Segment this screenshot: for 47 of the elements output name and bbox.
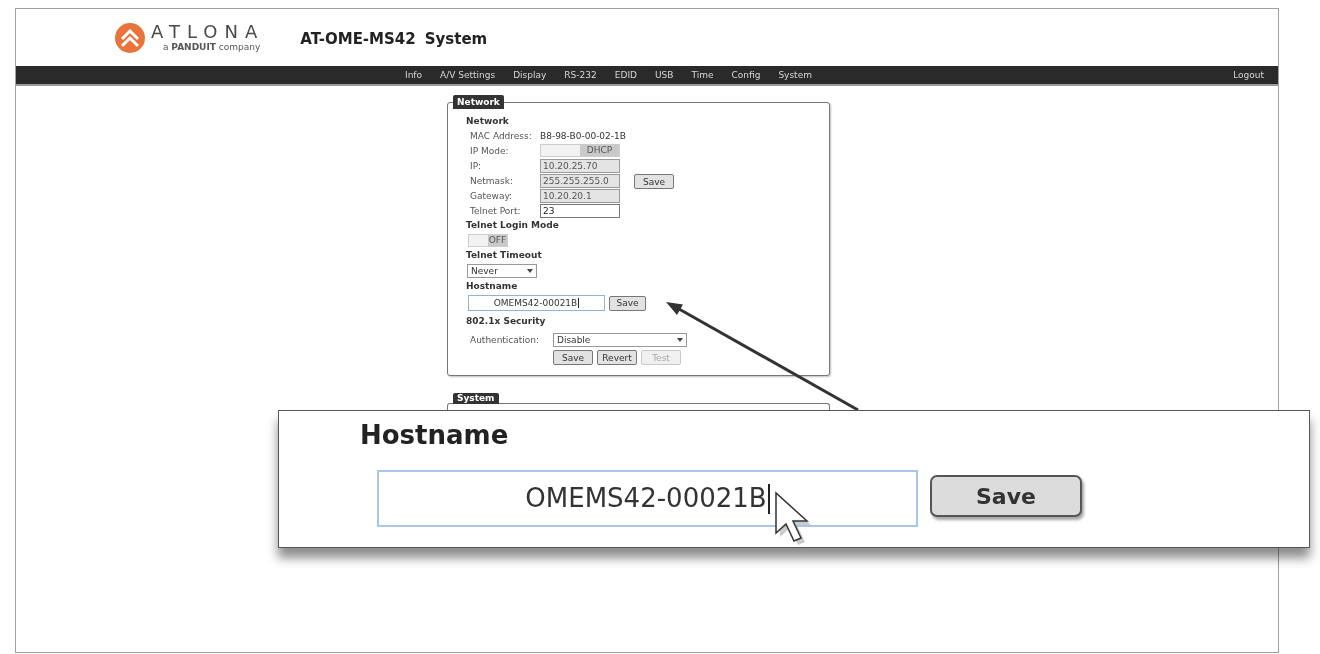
callout-heading: Hostname [360, 419, 509, 451]
device-model-title: AT-OME-MS42 [300, 29, 416, 51]
text-cursor-icon [578, 298, 580, 308]
panel-legend: Network [453, 95, 504, 109]
timeout-select[interactable]: Never [467, 264, 537, 278]
section-heading: Telnet Timeout [466, 249, 542, 262]
save-button[interactable]: Save [930, 475, 1082, 517]
field-label: IP Mode: [470, 144, 510, 157]
field-label: Authentication: [470, 334, 541, 346]
text-input[interactable]: 23 [540, 203, 620, 218]
field-label: Netmask: [470, 174, 514, 187]
telnet-login-toggle[interactable]: OFF [468, 234, 508, 247]
nav-link[interactable]: Time [691, 69, 714, 81]
section-heading: Hostname [466, 280, 518, 293]
nav-link[interactable]: EDID [614, 69, 637, 81]
mac-address-value: B8-98-B0-00-02-1B [540, 129, 626, 142]
nav-link[interactable]: System [778, 69, 812, 81]
nav-link[interactable]: Display [513, 69, 547, 81]
nav-link[interactable]: Info [405, 69, 423, 81]
field-label: Gateway: [470, 189, 514, 202]
dropdown-caret-icon [527, 269, 533, 273]
section-heading: Telnet Login Mode [466, 219, 559, 232]
field-label: Telnet Port: [470, 204, 522, 217]
logout-link[interactable]: Logout [1233, 69, 1264, 81]
field-label: IP: [470, 159, 483, 172]
hostname-input[interactable]: OMEMS42-00021B [468, 295, 605, 311]
save-button[interactable]: Save [634, 174, 674, 189]
text-cursor-icon [767, 483, 770, 514]
save-button[interactable]: Save [609, 295, 646, 311]
nav-link[interactable]: A/V Settings [440, 69, 496, 81]
action-button[interactable]: Revert [597, 350, 637, 365]
panel-legend: System [453, 393, 499, 404]
nav-link[interactable]: Config [731, 69, 761, 81]
section-heading: 802.1x Security [466, 315, 546, 328]
field-label: MAC Address: [470, 129, 533, 142]
logo-tagline: a PANDUIT company [162, 42, 262, 53]
authentication-select[interactable]: Disable [553, 333, 687, 347]
page-title: System [424, 29, 488, 51]
nav-link[interactable]: RS-232 [564, 69, 597, 81]
section-heading: Network [466, 115, 509, 128]
ip-mode-toggle[interactable]: DHCP [540, 144, 620, 157]
logo-wordmark: ATLONA [151, 22, 265, 42]
action-button[interactable]: Save [553, 350, 593, 365]
nav-link[interactable]: USB [654, 69, 674, 81]
hostname-input[interactable]: OMEMS42-00021B [377, 470, 918, 527]
dropdown-caret-icon [677, 338, 683, 342]
logo-mark-icon [115, 22, 145, 53]
